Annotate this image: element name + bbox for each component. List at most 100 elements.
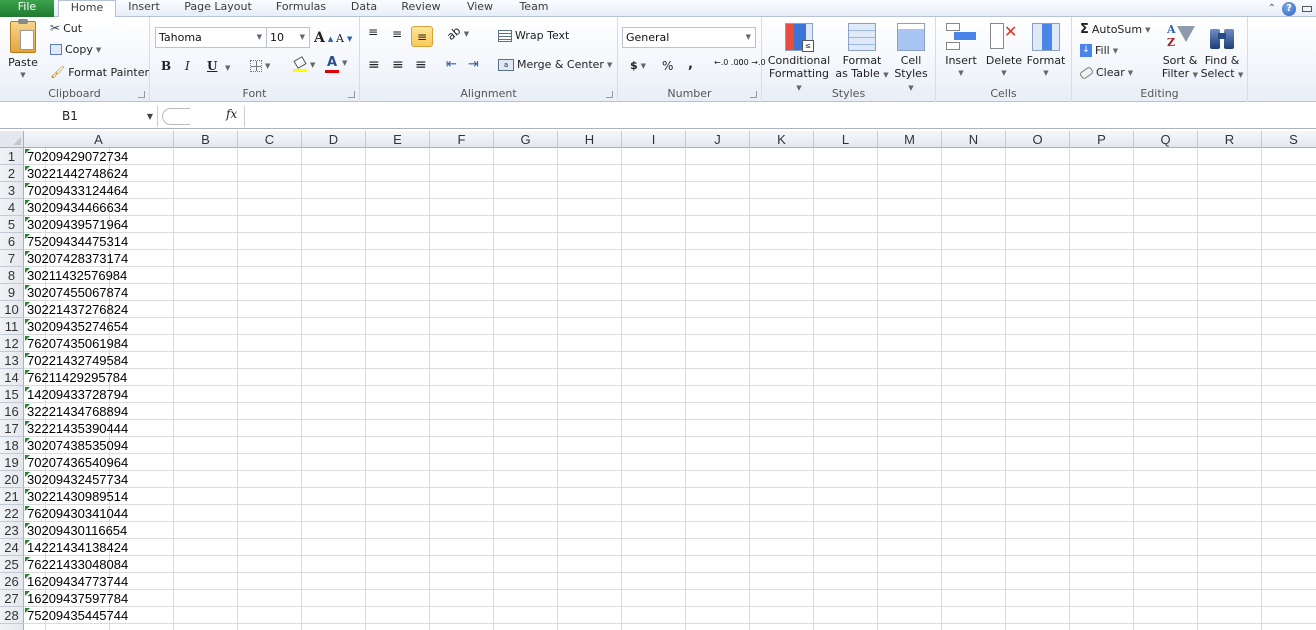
align-middle-button[interactable]: ≡ — [392, 27, 402, 41]
row-header[interactable]: 4 — [0, 199, 24, 216]
row-header[interactable]: 12 — [0, 335, 24, 352]
cell-a20[interactable]: 30209432457734 — [24, 471, 174, 488]
select-all-button[interactable] — [0, 131, 24, 148]
column-header-r[interactable]: R — [1198, 131, 1262, 148]
row-header[interactable]: 17 — [0, 420, 24, 437]
column-header-j[interactable]: J — [686, 131, 750, 148]
restore-window-icon[interactable] — [1302, 5, 1312, 12]
underline-dropdown-icon[interactable]: ▼ — [225, 64, 230, 72]
font-size-select[interactable]: 10 ▼ — [266, 27, 310, 48]
font-size-dropdown-icon[interactable]: ▼ — [300, 28, 305, 47]
row-header[interactable]: 21 — [0, 488, 24, 505]
row-header[interactable]: 2 — [0, 165, 24, 182]
cell-a25[interactable]: 76221433048084 — [24, 556, 174, 573]
cell-a23[interactable]: 30209430116654 — [24, 522, 174, 539]
decrease-decimal-button[interactable]: .00 →.0 — [736, 59, 766, 67]
cell-a17[interactable]: 32221435390444 — [24, 420, 174, 437]
tab-file[interactable]: File — [0, 0, 54, 17]
column-header-a[interactable]: A — [24, 131, 174, 148]
column-header-s[interactable]: S — [1262, 131, 1316, 148]
row-header[interactable]: 10 — [0, 301, 24, 318]
row-header[interactable]: 14 — [0, 369, 24, 386]
column-header-m[interactable]: M — [878, 131, 942, 148]
currency-dropdown-icon[interactable]: ▼ — [641, 62, 646, 70]
font-name-select[interactable]: Tahoma ▼ — [155, 27, 267, 48]
cell-a26[interactable]: 16209434773744 — [24, 573, 174, 590]
merge-center-dropdown-icon[interactable]: ▼ — [607, 61, 612, 69]
row-header[interactable]: 13 — [0, 352, 24, 369]
row-header[interactable]: 23 — [0, 522, 24, 539]
fill-button[interactable]: ↓ Fill ▼ — [1080, 44, 1118, 57]
underline-button[interactable]: U — [207, 59, 217, 73]
name-box-dropdown-icon[interactable]: ▼ — [147, 106, 153, 127]
font-color-dropdown-icon[interactable]: ▼ — [342, 59, 347, 67]
autosum-button[interactable]: Σ AutoSum ▼ — [1080, 22, 1151, 37]
column-header-q[interactable]: Q — [1134, 131, 1198, 148]
copy-button[interactable]: Copy ▼ — [50, 43, 101, 56]
row-header[interactable]: 20 — [0, 471, 24, 488]
insert-cells-dropdown-icon[interactable]: ▼ — [940, 67, 982, 80]
tab-view[interactable]: View — [462, 0, 498, 17]
paste-dropdown-icon[interactable]: ▼ — [4, 69, 42, 82]
column-header-l[interactable]: L — [814, 131, 878, 148]
cell-styles-button[interactable]: Cell Styles ▼ — [890, 23, 932, 95]
grow-font-button[interactable]: A ▲ — [314, 30, 333, 46]
alignment-dialog-launcher-icon[interactable] — [606, 91, 613, 98]
cell-a19[interactable]: 70207436540964 — [24, 454, 174, 471]
row-header[interactable]: 24 — [0, 539, 24, 556]
clear-dropdown-icon[interactable]: ▼ — [1128, 69, 1133, 77]
row-header[interactable]: 28 — [0, 607, 24, 624]
minimize-ribbon-icon[interactable]: ⌃ — [1268, 3, 1276, 14]
cell-a21[interactable]: 30221430989514 — [24, 488, 174, 505]
cell-a2[interactable]: 30221442748624 — [24, 165, 174, 182]
row-header[interactable]: 6 — [0, 233, 24, 250]
cell-a12[interactable]: 76207435061984 — [24, 335, 174, 352]
font-dialog-launcher-icon[interactable] — [348, 91, 355, 98]
column-header-h[interactable]: H — [558, 131, 622, 148]
tab-formulas[interactable]: Formulas — [272, 0, 330, 17]
cell-a1[interactable]: 70209429072734 — [24, 148, 174, 165]
align-top-button[interactable]: ≡ — [368, 25, 378, 39]
cell-a10[interactable]: 30221437276824 — [24, 301, 174, 318]
row-header[interactable]: 16 — [0, 403, 24, 420]
number-format-select[interactable]: General ▼ — [622, 27, 756, 48]
italic-button[interactable]: I — [185, 59, 190, 73]
fill-color-button[interactable]: ▼ — [293, 56, 315, 72]
cell-a11[interactable]: 30209435274654 — [24, 318, 174, 335]
copy-dropdown-icon[interactable]: ▼ — [96, 46, 101, 54]
cell-a13[interactable]: 70221432749584 — [24, 352, 174, 369]
conditional-formatting-button[interactable]: ≤ Conditional Formatting ▼ — [766, 23, 832, 95]
tab-review[interactable]: Review — [398, 0, 444, 17]
cut-button[interactable]: ✂ Cut — [50, 21, 82, 35]
column-header-i[interactable]: I — [622, 131, 686, 148]
cell-a15[interactable]: 14209433728794 — [24, 386, 174, 403]
fill-color-dropdown-icon[interactable]: ▼ — [310, 61, 315, 69]
row-header[interactable]: 15 — [0, 386, 24, 403]
row-header[interactable]: 8 — [0, 267, 24, 284]
orientation-button[interactable]: ab ▼ — [444, 24, 469, 43]
number-format-dropdown-icon[interactable]: ▼ — [746, 28, 751, 47]
column-header-o[interactable]: O — [1006, 131, 1070, 148]
align-bottom-button[interactable]: ≡ — [411, 26, 433, 47]
format-painter-button[interactable]: 🖌 Format Painter — [50, 65, 149, 79]
cell-area[interactable] — [24, 148, 1316, 630]
align-left-button[interactable]: ≡ — [368, 57, 380, 73]
percent-button[interactable]: % — [662, 59, 673, 73]
format-cells-dropdown-icon[interactable]: ▼ — [1024, 67, 1068, 80]
formula-input[interactable] — [244, 106, 1316, 127]
cell-a9[interactable]: 30207455067874 — [24, 284, 174, 301]
row-header[interactable]: 5 — [0, 216, 24, 233]
row-header[interactable]: 27 — [0, 590, 24, 607]
cell-a6[interactable]: 75209434475314 — [24, 233, 174, 250]
cell-a5[interactable]: 30209439571964 — [24, 216, 174, 233]
font-color-button[interactable]: A ▼ — [325, 56, 347, 73]
format-as-table-dropdown-icon[interactable]: ▼ — [883, 71, 888, 79]
merge-center-button[interactable]: a Merge & Center ▼ — [498, 58, 612, 71]
sort-filter-button[interactable]: A Z Sort & Filter ▼ — [1160, 23, 1200, 82]
name-box[interactable]: B1 ▼ — [0, 106, 158, 127]
formula-bar-handle[interactable] — [162, 108, 190, 125]
column-header-c[interactable]: C — [238, 131, 302, 148]
comma-style-button[interactable]: , — [688, 57, 693, 72]
row-header[interactable]: 19 — [0, 454, 24, 471]
column-header-n[interactable]: N — [942, 131, 1006, 148]
